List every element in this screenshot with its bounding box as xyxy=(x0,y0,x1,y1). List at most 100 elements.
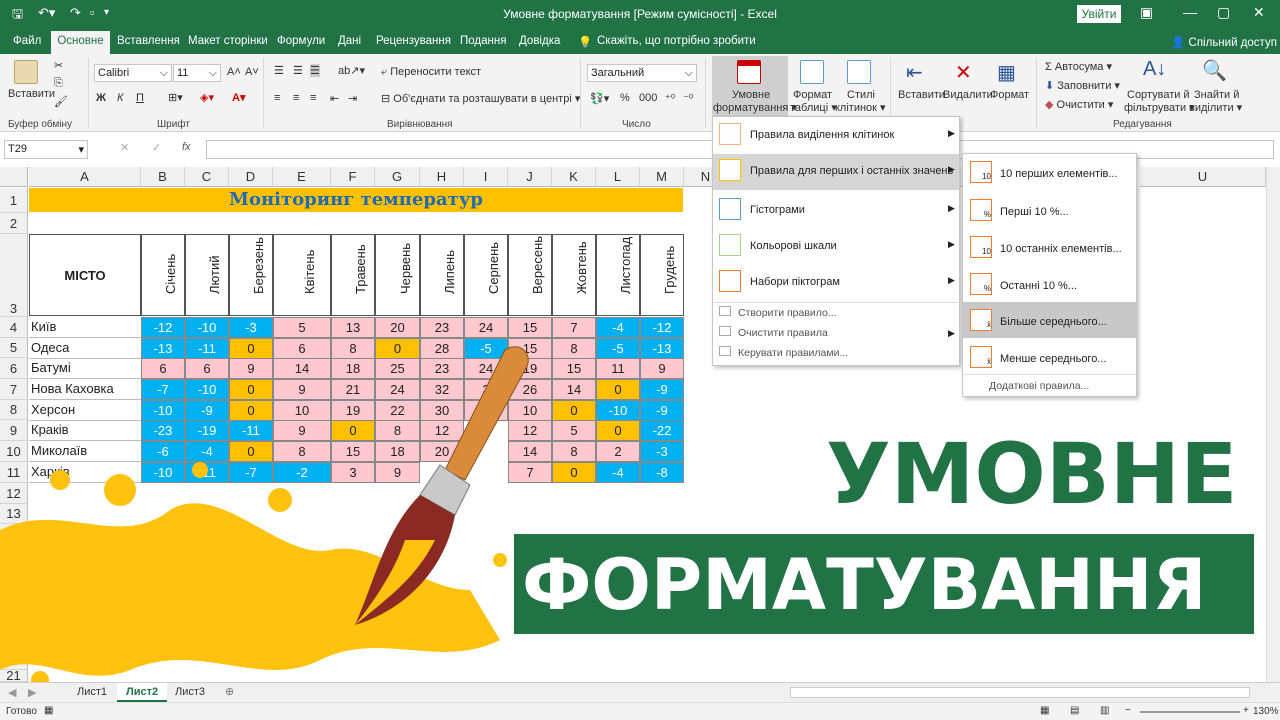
data-cell[interactable]: 7 xyxy=(552,317,596,338)
month-header-cell[interactable]: Червень xyxy=(375,234,420,316)
sheet-tab-3[interactable]: Лист3 xyxy=(175,686,205,698)
data-cell[interactable]: 14 xyxy=(552,379,596,400)
data-cell[interactable]: -12 xyxy=(640,317,684,338)
city-header[interactable]: МІСТО xyxy=(29,234,141,316)
find-select-icon[interactable]: 🔍 xyxy=(1202,58,1227,83)
sort-label-2[interactable]: фільтрувати ▾ xyxy=(1124,101,1195,114)
column-header[interactable]: I xyxy=(464,167,508,187)
select-all-corner[interactable] xyxy=(0,167,28,187)
data-cell[interactable]: -10 xyxy=(141,400,185,421)
format-table-label-2[interactable]: таблиці ▾ xyxy=(790,101,837,114)
data-cell[interactable]: 9 xyxy=(273,379,331,400)
signin-button[interactable]: Увійти xyxy=(1077,5,1121,23)
tab-home[interactable]: Основне xyxy=(51,31,110,54)
orientation-icon[interactable]: ab↗▾ xyxy=(338,64,365,77)
vertical-scrollbar[interactable] xyxy=(1266,167,1280,682)
format-painter-icon[interactable]: 🖌 xyxy=(54,95,68,108)
fill-color-icon[interactable]: ◈▾ xyxy=(200,91,214,104)
ribbon-options-icon[interactable]: ▣ xyxy=(1140,4,1153,21)
find-label-2[interactable]: виділити ▾ xyxy=(1189,101,1242,114)
column-header[interactable]: G xyxy=(375,167,420,187)
tab-file[interactable]: Файл xyxy=(13,35,41,47)
city-name[interactable]: Краків xyxy=(29,420,141,441)
fill-button[interactable]: ⬇ Заповнити ▾ xyxy=(1045,79,1120,92)
month-header-cell[interactable]: Лютий xyxy=(185,234,229,316)
delete-cells-button[interactable]: Видалити xyxy=(943,89,993,101)
column-header[interactable]: D xyxy=(229,167,273,187)
horizontal-scrollbar[interactable] xyxy=(790,687,1250,698)
data-cell[interactable]: 0 xyxy=(229,338,273,359)
data-cell[interactable]: -19 xyxy=(185,420,229,441)
tab-help[interactable]: Довідка xyxy=(519,35,560,47)
month-header-cell[interactable]: Листопад xyxy=(596,234,640,316)
sheet-tab-1[interactable]: Лист1 xyxy=(77,686,107,698)
data-cell[interactable]: -12 xyxy=(141,317,185,338)
row-header[interactable]: 3 xyxy=(0,234,28,317)
align-center-icon[interactable]: ≡ xyxy=(293,92,299,104)
data-cell[interactable]: 23 xyxy=(420,317,464,338)
maximize-icon[interactable]: ▢ xyxy=(1217,4,1230,21)
data-cell[interactable]: 10 xyxy=(273,400,331,421)
grow-font-icon[interactable]: A˄ xyxy=(227,66,241,78)
column-header[interactable]: E xyxy=(273,167,331,187)
data-cell[interactable]: -5 xyxy=(596,338,640,359)
normal-view-icon[interactable]: ▦ xyxy=(1040,705,1049,716)
menu-small-item[interactable]: Керувати правилами... xyxy=(738,347,848,359)
more-rules-item[interactable]: Додаткові правила... xyxy=(989,380,1089,392)
month-header-cell[interactable]: Вересень xyxy=(508,234,552,316)
align-bottom-icon[interactable]: ☰ xyxy=(310,64,320,77)
data-cell[interactable]: -22 xyxy=(640,420,684,441)
tab-review[interactable]: Рецензування xyxy=(376,35,451,47)
data-cell[interactable]: 0 xyxy=(229,379,273,400)
data-cell[interactable]: -11 xyxy=(185,338,229,359)
month-header-cell[interactable]: Жовтень xyxy=(552,234,596,316)
zoom-in-icon[interactable]: + xyxy=(1243,705,1249,716)
month-header-cell[interactable]: Квітень xyxy=(273,234,331,316)
tab-formulas[interactable]: Формули xyxy=(277,35,325,47)
data-cell[interactable]: -4 xyxy=(596,317,640,338)
delete-cells-icon[interactable]: ✕ xyxy=(955,60,972,85)
month-header-cell[interactable]: Грудень xyxy=(640,234,684,316)
align-middle-icon[interactable]: ☰ xyxy=(293,64,303,77)
font-name-select[interactable]: Calibri ⌵ xyxy=(94,64,172,82)
menu-small-item[interactable]: Створити правило... xyxy=(738,307,837,319)
sort-label-1[interactable]: Сортувати й xyxy=(1127,89,1190,101)
data-cell[interactable]: 2 xyxy=(596,441,640,462)
column-header[interactable]: F xyxy=(331,167,375,187)
data-cell[interactable]: 9 xyxy=(229,358,273,379)
data-cell[interactable]: -4 xyxy=(596,462,640,483)
number-format-select[interactable]: Загальний ⌵ xyxy=(587,64,697,82)
format-cells-button[interactable]: Формат xyxy=(990,89,1029,101)
data-cell[interactable]: 9 xyxy=(640,358,684,379)
close-icon[interactable]: ✕ xyxy=(1253,4,1265,21)
sheet-tab-2[interactable]: Лист2 xyxy=(126,686,158,698)
insert-cells-button[interactable]: Вставити xyxy=(898,89,945,101)
tab-view[interactable]: Подання xyxy=(460,35,506,47)
page-layout-view-icon[interactable]: ▤ xyxy=(1070,705,1079,716)
column-header[interactable]: H xyxy=(420,167,464,187)
data-cell[interactable]: 5 xyxy=(273,317,331,338)
data-cell[interactable]: 6 xyxy=(185,358,229,379)
data-cell[interactable]: -8 xyxy=(640,462,684,483)
column-header[interactable]: A xyxy=(29,167,141,187)
data-cell[interactable]: 20 xyxy=(375,317,420,338)
row-header[interactable]: 4 xyxy=(0,317,28,338)
row-header[interactable]: 2 xyxy=(0,213,28,234)
name-box[interactable]: T29 ▾ xyxy=(4,140,88,159)
prev-sheet-icon[interactable]: ◀ xyxy=(8,686,16,699)
data-cell[interactable]: 24 xyxy=(464,317,508,338)
data-cell[interactable]: 15 xyxy=(552,358,596,379)
data-cell[interactable]: -9 xyxy=(640,379,684,400)
enter-icon[interactable]: ✓ xyxy=(152,141,161,154)
month-header-cell[interactable]: Березень xyxy=(229,234,273,316)
data-cell[interactable]: 0 xyxy=(596,420,640,441)
data-cell[interactable]: 9 xyxy=(273,420,331,441)
data-cell[interactable]: -13 xyxy=(640,338,684,359)
italic-button[interactable]: К xyxy=(117,92,123,104)
data-cell[interactable]: 11 xyxy=(596,358,640,379)
row-header[interactable]: 7 xyxy=(0,379,28,400)
comma-style-icon[interactable]: 000 xyxy=(639,92,657,104)
cancel-icon[interactable]: ✕ xyxy=(120,141,129,154)
add-sheet-icon[interactable]: ⊕ xyxy=(225,685,234,698)
data-cell[interactable]: -9 xyxy=(185,400,229,421)
